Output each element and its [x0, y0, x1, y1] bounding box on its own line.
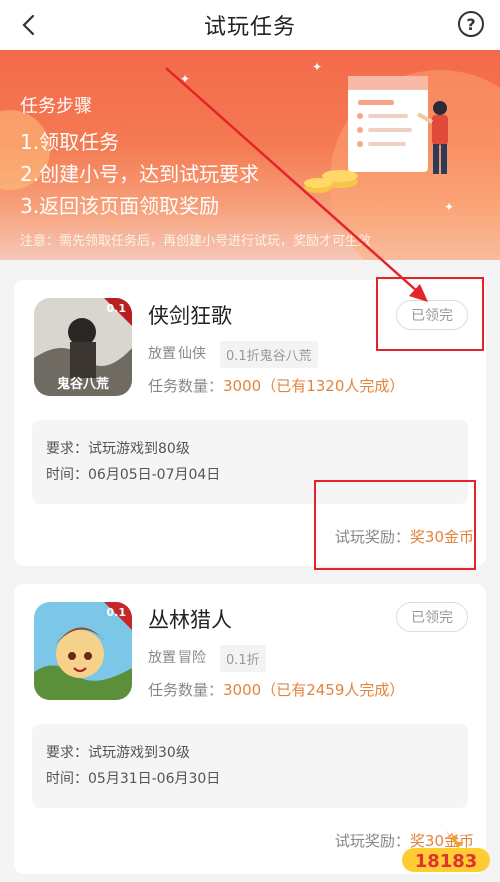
- annotation-arrow: [165, 67, 428, 302]
- annotation-box-status: [376, 277, 484, 351]
- site-watermark-logo: 18183: [402, 830, 490, 872]
- watermark-text: 18183: [415, 851, 478, 872]
- annotation-box-reward: [314, 480, 476, 570]
